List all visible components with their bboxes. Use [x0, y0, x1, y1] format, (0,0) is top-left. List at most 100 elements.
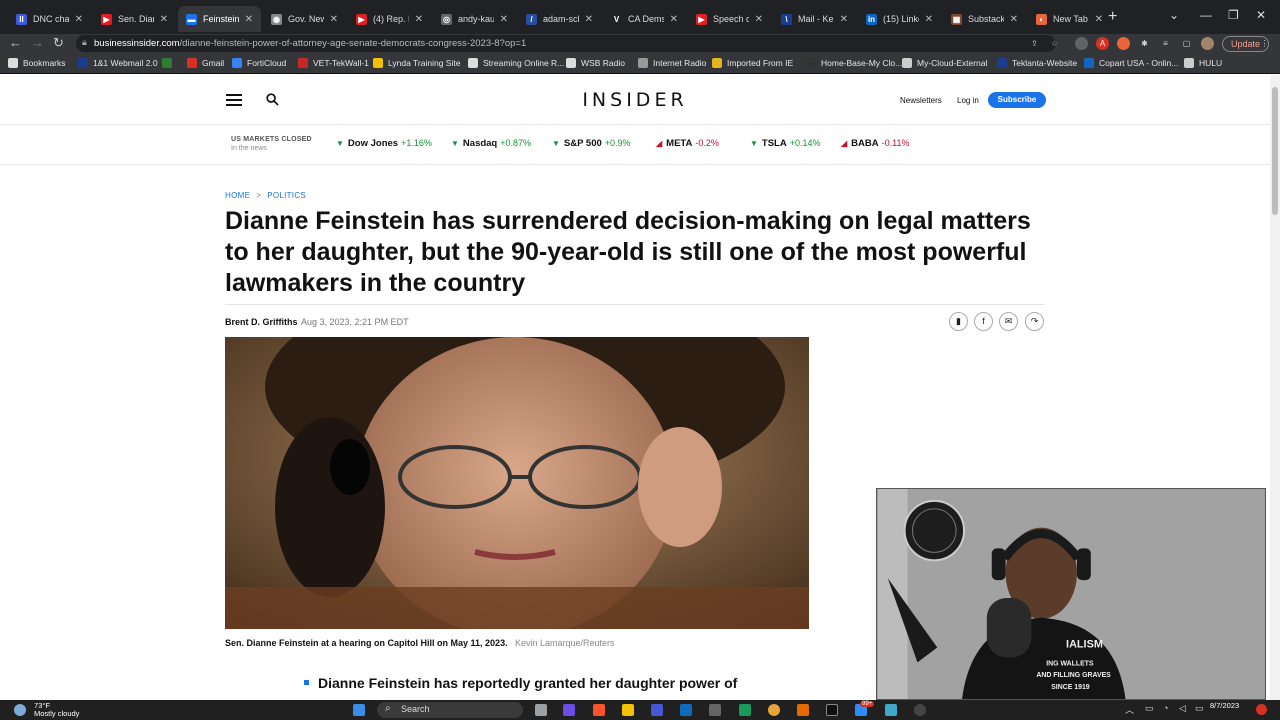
- bookmark-item[interactable]: My-Cloud-External: [902, 58, 987, 68]
- bookmark-item[interactable]: Gmail: [187, 58, 224, 68]
- share-page-icon[interactable]: ⇪: [1028, 37, 1041, 50]
- browser-tab[interactable]: \ Mail - Keit ✕: [773, 6, 856, 32]
- breadcrumb-home[interactable]: HOME: [225, 191, 250, 200]
- app-icon[interactable]: [914, 704, 926, 716]
- search-icon[interactable]: [266, 93, 279, 106]
- bookmark-item[interactable]: VET-TekWall-1: [298, 58, 369, 68]
- taskbar-search[interactable]: ⌕ Search: [377, 702, 523, 718]
- extension-shield-icon[interactable]: [1075, 37, 1088, 50]
- login-link[interactable]: Log in: [957, 96, 979, 105]
- back-icon[interactable]: ←: [9, 35, 22, 50]
- browser-tab[interactable]: ◐ New Tab ✕: [1028, 6, 1111, 32]
- breadcrumb-politics[interactable]: POLITICS: [267, 191, 306, 200]
- close-tab-icon[interactable]: ✕: [245, 14, 253, 25]
- ticker-item[interactable]: ▼ TSLA +0.14%: [750, 138, 821, 149]
- app-icon[interactable]: [651, 704, 663, 716]
- close-tab-icon[interactable]: ✕: [75, 14, 83, 25]
- page-scrollbar[interactable]: [1270, 75, 1280, 700]
- bookmark-item[interactable]: Lynda Training Site: [373, 58, 460, 68]
- browser-tab[interactable]: ▶ Sen. Dianne ✕: [93, 6, 176, 32]
- tab-search-icon[interactable]: ⌄: [1169, 8, 1179, 22]
- forward-icon[interactable]: →: [31, 35, 44, 50]
- battery-icon[interactable]: ▭: [1195, 703, 1204, 714]
- bookmark-star-icon[interactable]: ☆: [1048, 37, 1061, 50]
- bookmark-icon[interactable]: ▮: [949, 312, 968, 331]
- browser-tab[interactable]: ▶ Speech on ✕: [688, 6, 771, 32]
- bookmark-item[interactable]: Home-Base-My Clo...: [806, 58, 902, 68]
- app-icon[interactable]: [885, 704, 897, 716]
- wifi-icon[interactable]: ◔: [1163, 703, 1168, 713]
- app-icon[interactable]: [709, 704, 721, 716]
- file-explorer-icon[interactable]: [622, 704, 634, 716]
- browser-tab[interactable]: II DNC chair: I ✕: [8, 6, 91, 32]
- side-panel-icon[interactable]: ▢: [1180, 37, 1193, 50]
- close-tab-icon[interactable]: ✕: [330, 14, 338, 25]
- bookmark-item[interactable]: [162, 58, 177, 68]
- bookmark-item[interactable]: Bookmarks: [8, 58, 66, 68]
- ticker-item[interactable]: ◢ BABA -0.11%: [841, 138, 909, 149]
- start-windows-icon[interactable]: [353, 704, 365, 716]
- volume-icon[interactable]: ◁: [1179, 703, 1186, 714]
- terminal-icon[interactable]: [826, 704, 838, 716]
- weather-cloud-icon[interactable]: [14, 704, 26, 716]
- maximize-button[interactable]: ❐: [1228, 8, 1239, 22]
- task-view-icon[interactable]: [535, 704, 547, 716]
- brave-icon[interactable]: [593, 704, 605, 716]
- browser-tab[interactable]: ◎ andy-kaufm ✕: [433, 6, 516, 32]
- browser-tab[interactable]: in (15) LinkedI ✕: [858, 6, 941, 32]
- scrollbar-thumb[interactable]: [1272, 87, 1278, 215]
- close-tab-icon[interactable]: ✕: [670, 14, 678, 25]
- bookmark-item[interactable]: Internet Radio: [638, 58, 706, 68]
- author-name[interactable]: Brent D. Griffiths: [225, 317, 298, 327]
- firefox-icon[interactable]: [797, 704, 809, 716]
- bookmark-item[interactable]: FortiCloud: [232, 58, 286, 68]
- weather-widget[interactable]: 73°F Mostly cloudy: [34, 702, 79, 718]
- bookmark-item[interactable]: WSB Radio: [566, 58, 625, 68]
- reload-icon[interactable]: ↻: [53, 35, 64, 51]
- browser-tab[interactable]: ▶ (4) Rep. Bar ✕: [348, 6, 431, 32]
- close-tab-icon[interactable]: ✕: [755, 14, 763, 25]
- subscribe-button[interactable]: Subscribe: [988, 92, 1046, 108]
- app-icon[interactable]: [739, 704, 751, 716]
- adblock-icon[interactable]: A: [1096, 37, 1109, 50]
- clock[interactable]: 8/7/2023: [1210, 702, 1239, 710]
- email-icon[interactable]: ✉: [999, 312, 1018, 331]
- share-arrow-icon[interactable]: ↷: [1025, 312, 1044, 331]
- extensions-puzzle-icon[interactable]: ✱: [1138, 37, 1151, 50]
- ticker-item[interactable]: ◢ META -0.2%: [656, 138, 719, 149]
- close-tab-icon[interactable]: ✕: [415, 14, 423, 25]
- chrome-icon[interactable]: [768, 704, 780, 716]
- ticker-item[interactable]: ▼ Nasdaq +0.87%: [451, 138, 531, 149]
- url-field[interactable]: 🔒︎ businessinsider.com/dianne-feinstein-…: [76, 35, 1056, 52]
- browser-tab[interactable]: V CA Dems Pi ✕: [603, 6, 686, 32]
- extension-orange-icon[interactable]: [1117, 37, 1130, 50]
- notifications-icon[interactable]: [1256, 704, 1267, 715]
- bookmark-item[interactable]: Copart USA - Onlin...: [1084, 58, 1178, 68]
- bookmark-item[interactable]: Teklanta-Website: [997, 58, 1077, 68]
- close-tab-icon[interactable]: ✕: [585, 14, 593, 25]
- facebook-icon[interactable]: f: [974, 312, 993, 331]
- bookmark-item[interactable]: HULU: [1184, 58, 1222, 68]
- browser-tab[interactable]: ▦ Substack H ✕: [943, 6, 1026, 32]
- browser-tab[interactable]: ◉ Gov. Newsom ✕: [263, 6, 346, 32]
- browser-menu-icon[interactable]: ⋮: [1258, 37, 1271, 50]
- close-tab-icon[interactable]: ✕: [840, 14, 848, 25]
- ticker-item[interactable]: ▼ Dow Jones +1.16%: [336, 138, 432, 149]
- close-window-button[interactable]: ✕: [1256, 8, 1266, 22]
- insider-logo[interactable]: INSIDER: [560, 89, 710, 111]
- close-tab-icon[interactable]: ✕: [500, 14, 508, 25]
- minimize-button[interactable]: —: [1200, 8, 1212, 22]
- teams-icon[interactable]: [563, 704, 575, 716]
- app-icon[interactable]: [680, 704, 692, 716]
- menu-icon[interactable]: [226, 94, 242, 106]
- close-tab-icon[interactable]: ✕: [1010, 14, 1018, 25]
- bookmark-item[interactable]: 1&1 Webmail 2.0: [78, 58, 158, 68]
- tray-chevron-icon[interactable]: ︿: [1125, 703, 1134, 716]
- profile-avatar[interactable]: [1201, 37, 1214, 50]
- reading-list-icon[interactable]: ≡: [1159, 37, 1172, 50]
- newsletters-link[interactable]: Newsletters: [900, 96, 942, 105]
- close-tab-icon[interactable]: ✕: [925, 14, 933, 25]
- ticker-item[interactable]: ▼ S&P 500 +0.9%: [552, 138, 631, 149]
- bookmark-item[interactable]: Imported From IE: [712, 58, 793, 68]
- browser-tab[interactable]: / adam-schiff ✕: [518, 6, 601, 32]
